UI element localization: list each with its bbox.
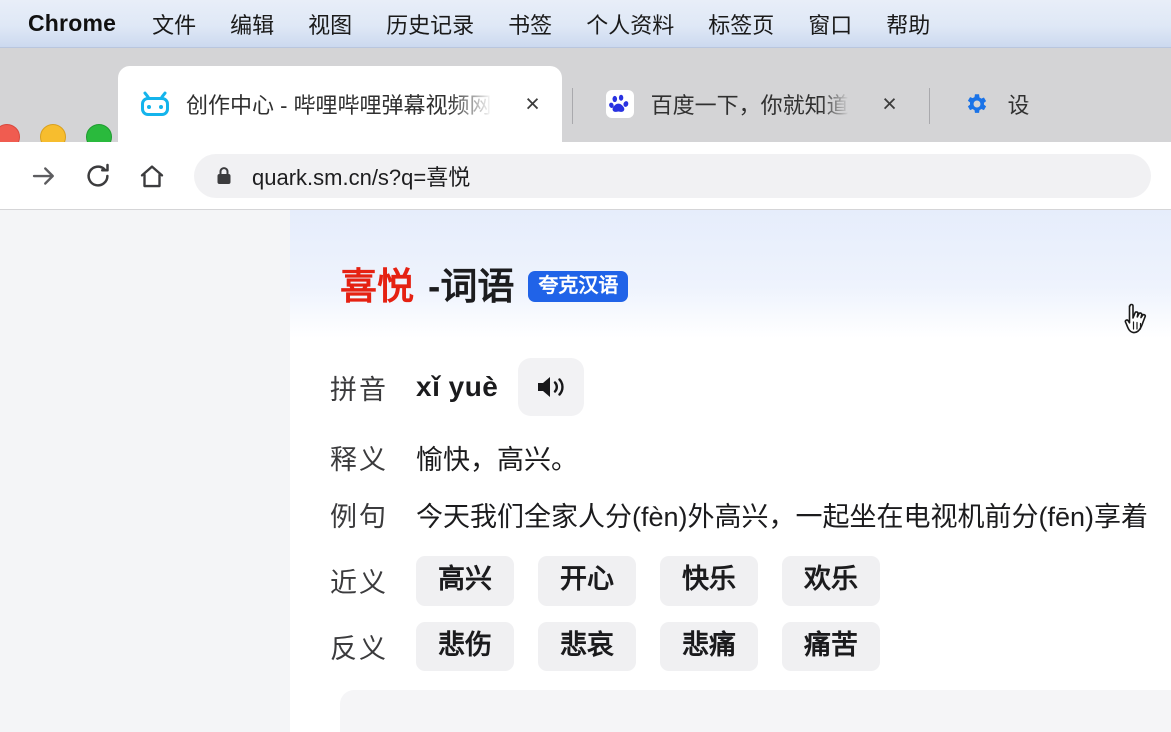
dictionary-entry: 拼音 xǐ yuè 释义 愉快，高兴。 例句 今天我们全家人分(fèn)外高兴，… xyxy=(330,358,1171,685)
source-badge: 夸克汉语 xyxy=(528,271,629,302)
synonym-chip-list: 高兴 开心 快乐 欢乐 xyxy=(416,556,880,606)
antonym-chip[interactable]: 悲哀 xyxy=(538,621,636,672)
menu-item-profiles[interactable]: 个人资料 xyxy=(586,8,674,40)
address-bar-url: quark.sm.cn/s?q=喜悦 xyxy=(252,164,471,190)
row-synonyms: 近义 高兴 开心 快乐 欢乐 xyxy=(330,556,1171,606)
web-page: 喜悦 -词语 夸克汉语 拼音 xǐ yuè 释义 愉快，高兴。 例句 今天我们全… xyxy=(0,210,1171,732)
synonym-chip[interactable]: 欢乐 xyxy=(782,556,880,606)
tab-list: 创作中心 - 哔哩哔哩弹幕视频网 × 百度一下，你就知道 × 设 xyxy=(118,66,1044,142)
close-tab-button[interactable]: × xyxy=(518,89,548,119)
menu-item-help[interactable]: 帮助 xyxy=(886,8,930,40)
definition-label: 释义 xyxy=(330,445,388,475)
antonym-chip[interactable]: 悲伤 xyxy=(416,621,514,672)
example-label: 例句 xyxy=(330,502,388,532)
close-tab-button[interactable]: × xyxy=(875,89,905,119)
menu-item-chrome[interactable]: Chrome xyxy=(28,10,116,37)
antonym-chip[interactable]: 悲痛 xyxy=(660,621,758,672)
browser-toolbar: quark.sm.cn/s?q=喜悦 xyxy=(0,142,1171,210)
tab-bilibili[interactable]: 创作中心 - 哔哩哔哩弹幕视频网 × xyxy=(118,66,562,142)
tab-separator xyxy=(571,88,573,124)
macos-menu-bar: Chrome 文件 编辑 视图 历史记录 书签 个人资料 标签页 窗口 帮助 xyxy=(0,0,1171,48)
page-title: 喜悦 -词语 夸克汉语 xyxy=(340,266,629,307)
tab-title: 百度一下，你就知道 xyxy=(650,93,849,118)
synonym-label: 近义 xyxy=(330,568,388,599)
gear-icon xyxy=(962,89,992,119)
lock-icon xyxy=(214,165,234,187)
tab-strip: 创作中心 - 哔哩哔哩弹幕视频网 × 百度一下，你就知道 × 设 xyxy=(0,48,1171,150)
row-definition: 释义 愉快，高兴。 xyxy=(330,438,1171,477)
menu-item-bookmarks[interactable]: 书签 xyxy=(508,8,552,40)
tab-title: 创作中心 - 哔哩哔哩弹幕视频网 xyxy=(186,93,492,118)
browser-window: Chrome 文件 编辑 视图 历史记录 书签 个人资料 标签页 窗口 帮助 创… xyxy=(0,0,1171,732)
row-antonyms: 反义 悲伤 悲哀 悲痛 痛苦 xyxy=(330,621,1171,672)
synonym-chip[interactable]: 快乐 xyxy=(660,556,758,606)
headword-suffix: -词语 xyxy=(428,266,515,307)
menu-item-view[interactable]: 视图 xyxy=(308,8,352,40)
row-pinyin: 拼音 xǐ yuè xyxy=(330,358,1171,416)
tab-title: 设 xyxy=(1007,93,1030,118)
tab-settings[interactable]: 设 xyxy=(940,66,1044,142)
forward-arrow-icon[interactable] xyxy=(24,156,64,196)
row-example: 例句 今天我们全家人分(fèn)外高兴，一起坐在电视机前分(fēn)享着 xyxy=(330,495,1171,534)
antonym-chip[interactable]: 痛苦 xyxy=(782,621,880,672)
next-section-card xyxy=(340,690,1171,732)
headword: 喜悦 xyxy=(340,266,414,307)
tab-separator xyxy=(928,88,930,124)
reload-icon[interactable] xyxy=(78,156,118,196)
baidu-icon xyxy=(605,89,635,119)
synonym-chip[interactable]: 高兴 xyxy=(416,556,514,606)
antonym-label: 反义 xyxy=(330,634,388,665)
speaker-icon[interactable] xyxy=(518,358,585,416)
address-bar[interactable]: quark.sm.cn/s?q=喜悦 xyxy=(194,153,1151,198)
pinyin-value: xǐ yuè xyxy=(416,371,499,402)
synonym-chip[interactable]: 开心 xyxy=(538,556,636,606)
menu-item-file[interactable]: 文件 xyxy=(152,8,196,40)
tab-baidu[interactable]: 百度一下，你就知道 × xyxy=(583,66,919,142)
bilibili-icon xyxy=(140,89,170,119)
definition-value: 愉快，高兴。 xyxy=(416,445,578,475)
menu-item-tabs[interactable]: 标签页 xyxy=(708,8,774,40)
page-content: 喜悦 -词语 夸克汉语 拼音 xǐ yuè 释义 愉快，高兴。 例句 今天我们全… xyxy=(290,210,1171,732)
antonym-chip-list: 悲伤 悲哀 悲痛 痛苦 xyxy=(416,621,880,672)
menu-item-edit[interactable]: 编辑 xyxy=(230,8,274,40)
home-icon[interactable] xyxy=(132,156,172,196)
page-left-gutter xyxy=(0,210,290,732)
menu-item-window[interactable]: 窗口 xyxy=(808,8,852,40)
menu-item-history[interactable]: 历史记录 xyxy=(386,8,474,40)
pinyin-label: 拼音 xyxy=(330,374,388,405)
example-value: 今天我们全家人分(fèn)外高兴，一起坐在电视机前分(fēn)享着 xyxy=(416,502,1149,532)
